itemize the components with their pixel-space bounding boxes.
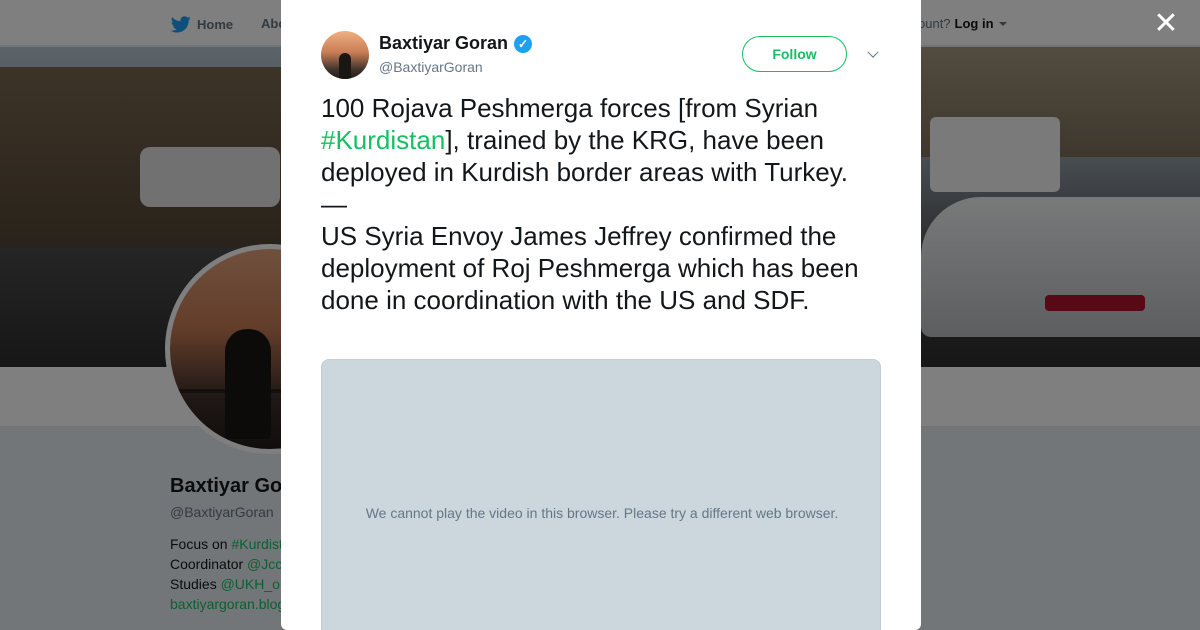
author-name-row[interactable]: Baxtiyar Goran ✓	[379, 33, 533, 54]
close-icon[interactable]: ✕	[1152, 9, 1180, 39]
video-error-message: We cannot play the video in this browser…	[365, 505, 839, 521]
author-handle[interactable]: @BaxtiyarGoran	[379, 59, 483, 75]
author-avatar[interactable]	[321, 31, 369, 79]
hashtag-link[interactable]: #Kurdistan	[321, 125, 445, 155]
video-player[interactable]: We cannot play the video in this browser…	[321, 359, 881, 630]
tweet-modal: Baxtiyar Goran ✓ @BaxtiyarGoran Follow 1…	[281, 0, 921, 630]
author-name[interactable]: Baxtiyar Goran	[379, 33, 508, 54]
follow-button[interactable]: Follow	[742, 36, 847, 72]
tweet-header: Baxtiyar Goran ✓ @BaxtiyarGoran Follow	[321, 31, 881, 81]
tweet-paragraph: US Syria Envoy James Jeffrey confirmed t…	[321, 221, 859, 315]
tweet-paragraph: 100 Rojava Peshmerga forces [from Syrian…	[321, 93, 849, 187]
chevron-down-icon[interactable]	[866, 48, 880, 62]
tweet-dash: —	[321, 189, 347, 219]
tweet-text: 100 Rojava Peshmerga forces [from Syrian…	[321, 92, 886, 316]
verified-badge-icon: ✓	[514, 34, 533, 53]
